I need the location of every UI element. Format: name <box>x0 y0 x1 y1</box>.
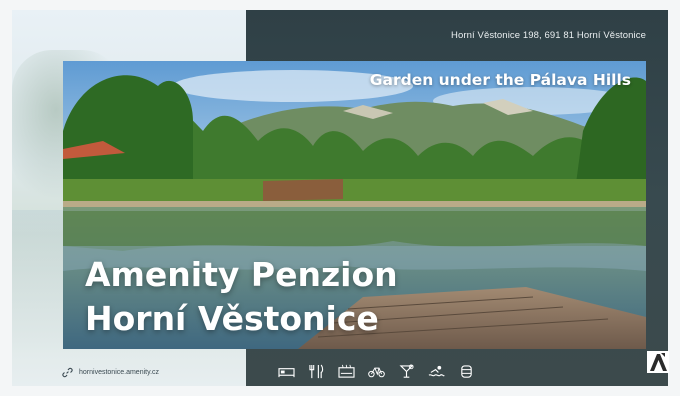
swimming-icon <box>427 362 446 380</box>
amenities-bar <box>277 362 476 380</box>
cocktail-icon <box>397 362 416 380</box>
garden-photo: Garden under the Pálava Hills Amenity Pe… <box>63 61 646 349</box>
amenity-logo <box>647 351 669 373</box>
tagline: Garden under the Pálava Hills <box>369 71 631 89</box>
hotel-title: Amenity Penzion Horní Věstonice <box>85 253 398 341</box>
bed-icon <box>277 362 296 380</box>
title-line-2: Horní Věstonice <box>85 299 379 338</box>
wine-barrel-icon <box>457 362 476 380</box>
bicycle-icon <box>367 362 386 380</box>
address-text: Horní Věstonice 198, 691 81 Horní Věston… <box>451 30 646 41</box>
link-icon <box>62 367 73 378</box>
title-line-1: Amenity Penzion <box>85 255 398 294</box>
hotel-card: Horní Věstonice 198, 691 81 Horní Věston… <box>0 0 680 396</box>
restaurant-icon <box>307 362 326 380</box>
website-text: hornivestonice.amenity.cz <box>79 369 160 376</box>
website-link[interactable]: hornivestonice.amenity.cz <box>62 367 159 378</box>
sauna-icon <box>337 362 356 380</box>
